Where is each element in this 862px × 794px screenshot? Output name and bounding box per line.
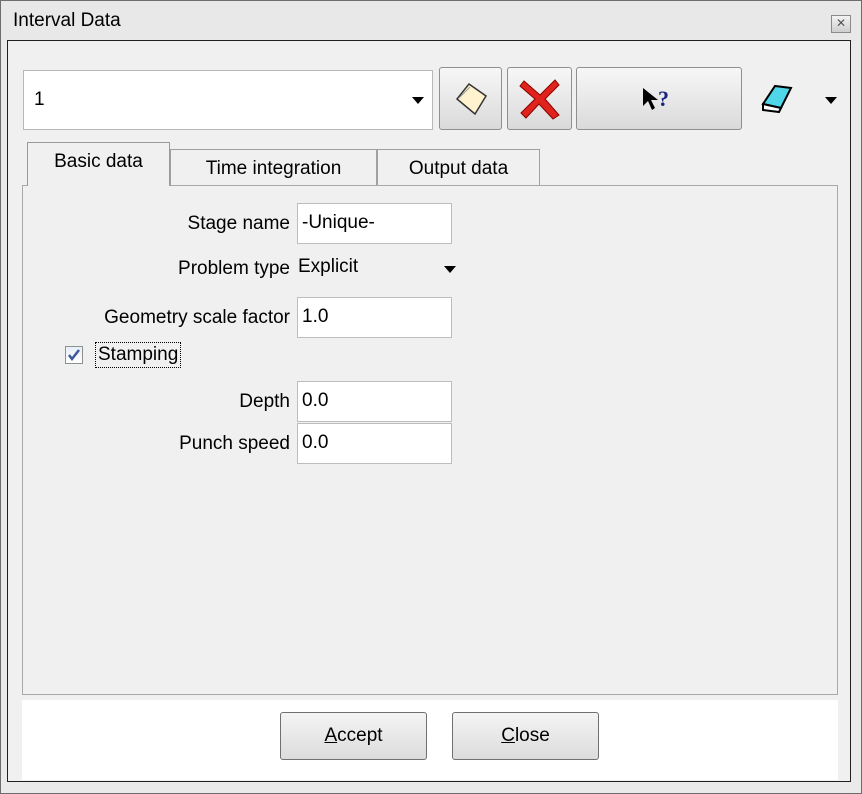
problem-type-select[interactable]: Explicit	[298, 256, 358, 278]
red-x-delete-icon	[518, 78, 560, 120]
stage-name-field[interactable]: -Unique-	[297, 203, 452, 244]
eraser-button[interactable]	[757, 80, 797, 116]
tab-output-data[interactable]: Output data	[377, 149, 540, 186]
close-icon[interactable]: ✕	[831, 15, 851, 33]
interval-select-value: 1	[34, 89, 45, 110]
close-button[interactable]: Close	[452, 712, 599, 760]
svg-text:?: ?	[658, 86, 669, 111]
stamping-label[interactable]: Stamping	[95, 342, 182, 368]
checkmark-icon	[68, 349, 80, 362]
punch-speed-label: Punch speed	[179, 433, 290, 454]
chevron-down-icon[interactable]	[825, 97, 837, 104]
eraser-icon	[761, 84, 793, 114]
tab-strip: Basic data Time integration Output data	[7, 140, 851, 186]
new-button[interactable]	[439, 67, 502, 130]
chevron-down-icon[interactable]	[444, 266, 456, 273]
delete-button[interactable]	[507, 67, 572, 130]
tab-basic-data[interactable]: Basic data	[27, 142, 170, 186]
stage-name-label: Stage name	[187, 213, 290, 234]
tab-time-integration[interactable]: Time integration	[170, 149, 377, 186]
geometry-scale-factor-field[interactable]: 1.0	[297, 297, 452, 338]
accept-button[interactable]: Accept	[280, 712, 427, 760]
title-bar: Interval Data ✕	[1, 1, 861, 41]
depth-label: Depth	[239, 391, 290, 412]
button-bar	[22, 700, 838, 780]
chevron-down-icon	[412, 97, 424, 104]
help-pointer-button[interactable]: ?	[576, 67, 742, 130]
new-sheet-icon	[455, 82, 487, 115]
window-title: Interval Data	[13, 10, 121, 31]
geometry-scale-factor-label: Geometry scale factor	[104, 307, 290, 328]
interval-select[interactable]: 1	[23, 70, 433, 130]
punch-speed-field[interactable]: 0.0	[297, 423, 452, 464]
pointer-help-icon: ?	[643, 86, 669, 111]
problem-type-label: Problem type	[178, 258, 290, 279]
depth-field[interactable]: 0.0	[297, 381, 452, 422]
stamping-checkbox[interactable]	[65, 346, 83, 364]
